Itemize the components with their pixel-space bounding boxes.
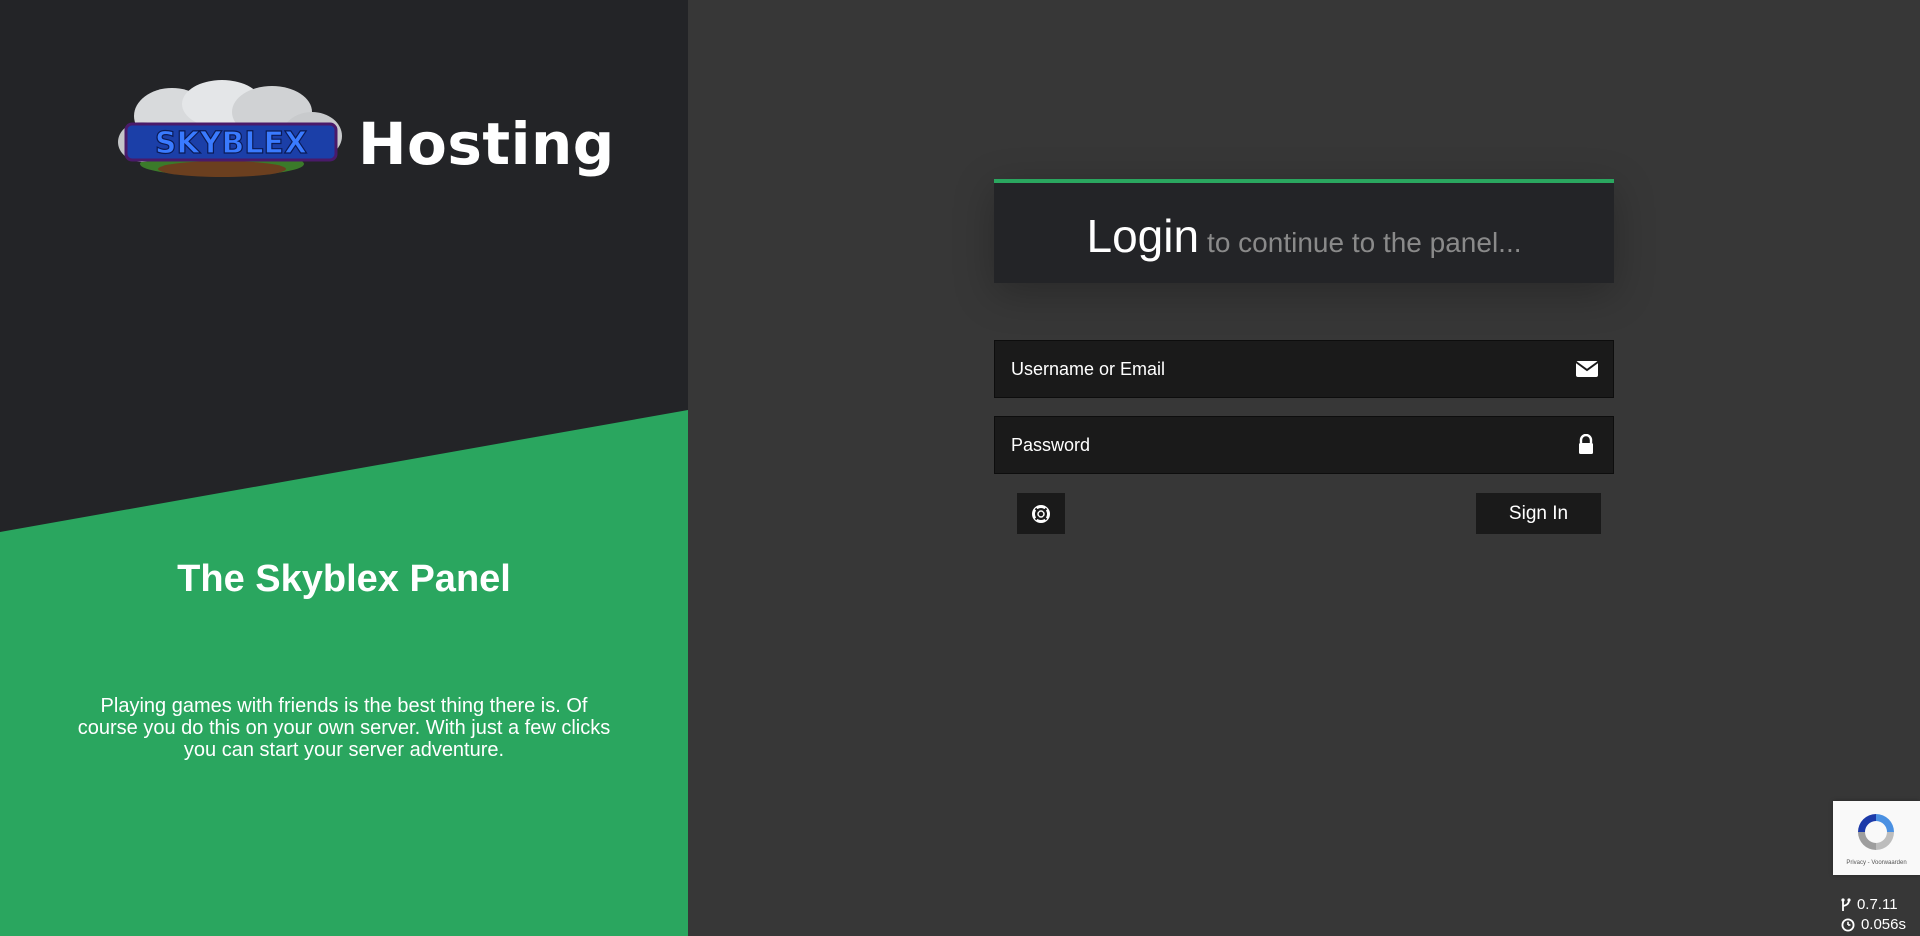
recaptcha-terms[interactable]: Privacy - Voorwaarden	[1833, 860, 1920, 866]
envelope-icon	[1575, 361, 1599, 377]
life-ring-icon	[1032, 504, 1050, 523]
lock-icon	[1579, 434, 1593, 454]
help-button[interactable]	[1017, 493, 1065, 534]
login-title: Login	[1086, 210, 1200, 262]
version-info: 0.7.11 0.056s	[1841, 895, 1906, 935]
password-field[interactable]	[994, 416, 1614, 474]
brand[interactable]: SKYBLEX Hosting	[112, 76, 614, 186]
login-header: Login to continue to the panel...	[994, 179, 1614, 283]
code-fork-icon	[1841, 898, 1851, 911]
version-number: 0.7.11	[1856, 896, 1898, 913]
left-panel: SKYBLEX Hosting The Skyblex Panel Playin…	[0, 0, 688, 936]
username-field[interactable]	[994, 340, 1614, 398]
sign-in-button[interactable]: Sign In	[1476, 493, 1601, 534]
panel-title: The Skyblex Panel	[177, 558, 511, 600]
username-input[interactable]	[995, 341, 1613, 397]
recaptcha-badge[interactable]: Privacy - Voorwaarden	[1833, 801, 1920, 875]
recaptcha-icon	[1858, 814, 1894, 850]
password-input[interactable]	[995, 417, 1613, 473]
clock-icon	[1841, 918, 1855, 932]
login-subtitle: to continue to the panel...	[1207, 227, 1522, 258]
logo-lettering: SKYBLEX	[155, 126, 307, 161]
brand-name: Hosting	[358, 110, 615, 178]
panel-description: Playing games with friends is the best t…	[77, 695, 611, 761]
skyblex-logo: SKYBLEX	[118, 80, 342, 177]
load-time: 0.056s	[1860, 916, 1906, 933]
